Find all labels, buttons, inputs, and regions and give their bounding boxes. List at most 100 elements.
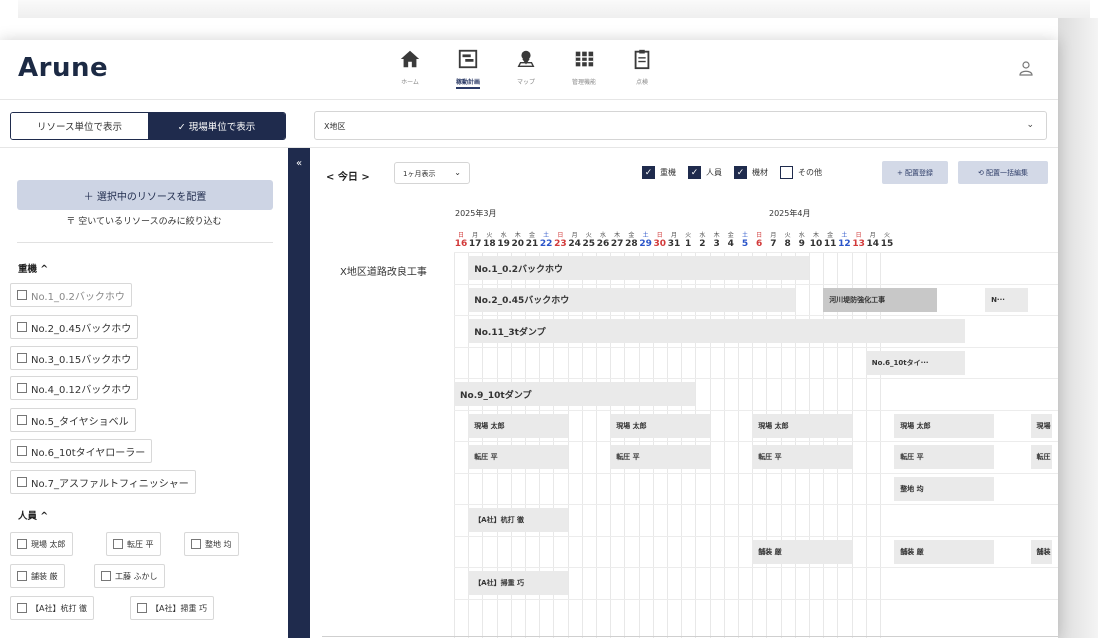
weekday-label: 水 xyxy=(599,232,606,239)
schedule-bar[interactable]: No.11_3tダンプ xyxy=(468,319,966,343)
category-filters: ✓ 重機 ✓ 人員 ✓ 機材 その他 xyxy=(642,166,834,179)
schedule-bar[interactable]: 現場 太 xyxy=(1030,413,1052,438)
checkbox[interactable] xyxy=(137,603,147,613)
range-select[interactable]: 1ヶ月表示 ⌄ xyxy=(394,162,470,184)
grid-row-line xyxy=(454,252,1058,253)
checkbox[interactable] xyxy=(17,353,27,363)
heavy-item[interactable]: No.6_10tタイヤローラー xyxy=(10,439,153,463)
schedule-bar[interactable]: 転圧 平 xyxy=(894,445,994,469)
checkbox[interactable] xyxy=(113,539,123,549)
weekday-label: 金 xyxy=(528,232,535,239)
checkbox-checked[interactable]: ✓ xyxy=(734,166,747,179)
site-select[interactable]: X地区 ⌄ xyxy=(314,111,1047,140)
weekday-label: 火 xyxy=(486,232,493,239)
view-resource-button[interactable]: リソース単位で表示 xyxy=(11,113,148,139)
schedule-bar[interactable]: N··· xyxy=(985,287,1028,312)
people-item[interactable]: 整地 均 xyxy=(184,532,239,556)
grid-row-line xyxy=(454,598,1058,600)
schedule-bar[interactable]: 舗装 厳 xyxy=(752,539,852,564)
schedule-bar[interactable]: 舗装 厳 xyxy=(1030,539,1052,564)
weekday-label: 日 xyxy=(557,232,564,239)
checkbox[interactable] xyxy=(17,539,27,549)
filter-available-link[interactable]: 〒 空いているリソースのみに絞り込む xyxy=(0,214,288,227)
weekday-label: 火 xyxy=(685,232,692,239)
bulk-edit-button[interactable]: ⟲ 配置一括編集 xyxy=(958,161,1048,184)
checkbox[interactable] xyxy=(191,539,201,549)
main-nav: ホーム 稼動計画 マップ 管理機能 点検 xyxy=(388,48,678,94)
nav-home[interactable]: ホーム xyxy=(388,48,432,94)
people-item[interactable]: 転圧 平 xyxy=(106,532,161,556)
weekday-label: 日 xyxy=(756,232,763,239)
site-row-label: X地区道路改良工事 xyxy=(340,267,427,278)
checkbox[interactable] xyxy=(17,446,27,456)
checkbox[interactable] xyxy=(17,415,27,425)
schedule-bar[interactable]: 転圧 平 xyxy=(610,445,710,469)
people-item[interactable]: 舗装 厳 xyxy=(10,564,65,588)
schedule-bar[interactable]: 転圧 平 xyxy=(752,445,852,469)
checkbox[interactable] xyxy=(17,571,27,581)
heavy-item[interactable]: No.4_0.12バックホウ xyxy=(10,376,139,400)
filter-heavy[interactable]: ✓ 重機 xyxy=(642,166,676,179)
checkbox[interactable] xyxy=(17,383,27,393)
day-number: 15 xyxy=(880,239,894,249)
day-number: 22 xyxy=(539,239,553,249)
schedule-bar[interactable]: 現場 太郎 xyxy=(894,413,994,438)
people-item[interactable]: 工藤 ふかし xyxy=(94,564,165,588)
schedule-bar[interactable]: No.6_10tタイ··· xyxy=(865,350,966,375)
schedule-bar[interactable]: 転圧 平 xyxy=(468,445,568,469)
filter-equipment[interactable]: ✓ 機材 xyxy=(734,166,768,179)
user-icon[interactable] xyxy=(1018,60,1034,76)
day-number: 11 xyxy=(823,239,837,249)
people-item[interactable]: 【A社】掃重 巧 xyxy=(130,596,215,620)
filter-other[interactable]: その他 xyxy=(780,166,822,179)
people-item[interactable]: 【A社】杭打 徹 xyxy=(10,596,95,620)
people-section-header[interactable]: 人員 ^ xyxy=(18,508,48,522)
today-navigator[interactable]: < 今日 > xyxy=(326,168,370,183)
heavy-section-header[interactable]: 重機 ^ xyxy=(18,261,48,275)
schedule-bar[interactable]: No.9_10tダンプ xyxy=(454,382,696,406)
sidebar-collapse-button[interactable]: « xyxy=(288,148,310,638)
add-placement-button[interactable]: + 配置登録 xyxy=(882,161,948,184)
schedule-bar[interactable]: 河川堤防強化工事 xyxy=(823,287,937,312)
nav-admin[interactable]: 管理機能 xyxy=(562,48,606,94)
day-number: 4 xyxy=(727,239,734,249)
place-selected-button[interactable]: ＋ 選択中のリソースを配置 xyxy=(17,180,273,210)
people-item[interactable]: 現場 太郎 xyxy=(10,532,73,556)
schedule-bar[interactable]: 【A社】杭打 徹 xyxy=(468,508,568,532)
checkbox-checked[interactable]: ✓ xyxy=(642,166,655,179)
month-label: 2025年4月 xyxy=(769,209,811,218)
nav-inspection[interactable]: 点検 xyxy=(620,48,664,94)
checkbox[interactable] xyxy=(17,290,27,300)
heavy-item[interactable]: No.5_タイヤショベル xyxy=(10,408,136,432)
schedule-bar[interactable]: 現場 太郎 xyxy=(752,413,852,438)
nav-schedule[interactable]: 稼動計画 xyxy=(446,48,490,94)
schedule-bar[interactable]: 【A社】掃重 巧 xyxy=(468,571,568,595)
heavy-item[interactable]: No.1_0.2バックホウ xyxy=(10,283,132,307)
grid-row-line xyxy=(454,472,1058,474)
checkbox[interactable] xyxy=(17,477,27,487)
schedule-bar[interactable]: 現場 太郎 xyxy=(610,413,710,438)
schedule-bar[interactable]: 現場 太郎 xyxy=(468,413,568,438)
day-number: 12 xyxy=(838,239,851,249)
schedule-bar[interactable]: No.1_0.2バックホウ xyxy=(468,256,809,280)
grid-row-line xyxy=(454,409,1058,411)
background-shadow xyxy=(1058,18,1098,638)
month-label: 2025年3月 xyxy=(455,209,497,218)
schedule-bar[interactable]: No.2_0.45バックホウ xyxy=(468,287,795,312)
checkbox[interactable] xyxy=(101,571,111,581)
heavy-item[interactable]: No.7_アスファルトフィニッシャー xyxy=(10,470,196,494)
heavy-item[interactable]: No.2_0.45バックホウ xyxy=(10,315,139,339)
schedule-bar[interactable]: 整地 均 xyxy=(894,476,994,501)
checkbox[interactable] xyxy=(780,166,793,179)
checkbox[interactable] xyxy=(17,322,27,332)
nav-map[interactable]: マップ xyxy=(504,48,548,94)
schedule-bar[interactable]: 転圧 平 xyxy=(1030,445,1052,469)
checkbox-checked[interactable]: ✓ xyxy=(688,166,701,179)
heavy-item[interactable]: No.3_0.15バックホウ xyxy=(10,346,139,370)
checkbox[interactable] xyxy=(17,603,27,613)
view-site-button[interactable]: ✓ 現場単位で表示 xyxy=(148,113,285,139)
grid-row-line xyxy=(454,346,1058,348)
filter-people[interactable]: ✓ 人員 xyxy=(688,166,722,179)
map-pin-icon xyxy=(517,50,535,68)
schedule-bar[interactable]: 舗装 厳 xyxy=(894,539,994,564)
